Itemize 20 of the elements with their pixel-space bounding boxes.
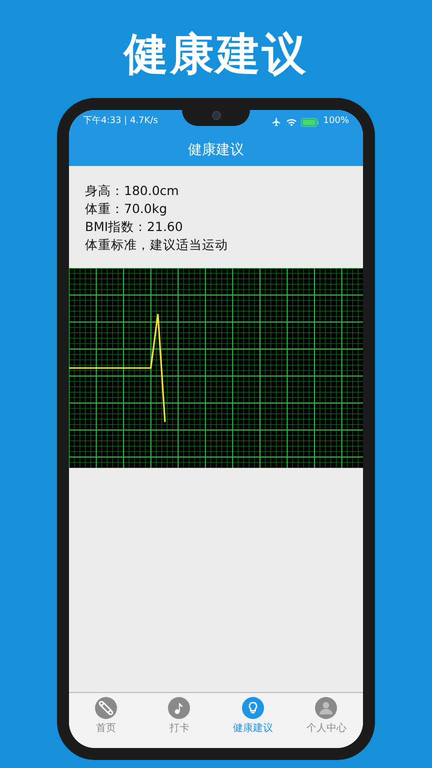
app-bar-title: 健康建议: [188, 140, 244, 160]
nav-tab[interactable]: 健康建议: [216, 697, 290, 736]
nav-tab[interactable]: 打卡: [142, 697, 216, 736]
status-time: 下午4:33 | 4.7K/s: [83, 115, 158, 128]
paperclip-icon: [94, 697, 117, 719]
headline: 健康建议: [124, 28, 308, 82]
info-line: BMI指数：21.60: [85, 218, 184, 236]
battery-level: 100%: [323, 115, 349, 128]
person-icon: [315, 697, 338, 719]
battery-icon: [301, 118, 320, 126]
lightbulb-icon: [242, 697, 264, 719]
info-line: 体重：70.0kg: [85, 200, 168, 218]
info-line: 身高：180.0cm: [85, 182, 180, 200]
nav-tab[interactable]: 首页: [69, 697, 142, 736]
info-line: 体重标准，建议适当运动: [85, 236, 229, 254]
airplane-icon: [271, 117, 282, 127]
camera-icon: [212, 111, 220, 120]
music-note-icon: [168, 697, 190, 719]
wifi-icon: [286, 118, 298, 126]
nav-tab[interactable]: 个人中心: [290, 697, 363, 736]
